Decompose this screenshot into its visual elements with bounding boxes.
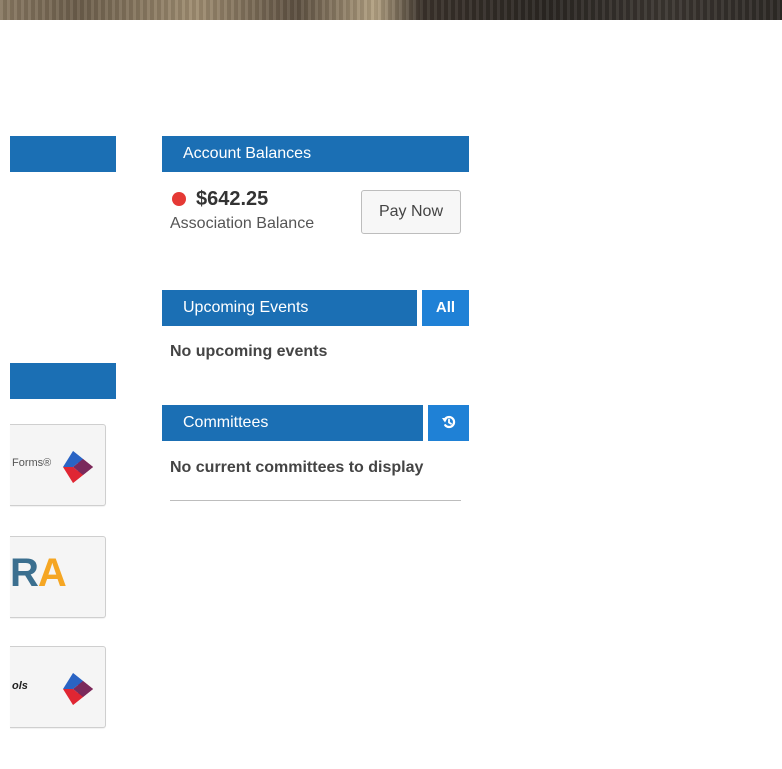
left-panel-header: [10, 136, 116, 172]
balance-amount: $642.25: [196, 188, 269, 210]
tile-label: Forms®: [12, 457, 52, 469]
committees-header: Committees: [162, 405, 423, 441]
committees-empty-message: No current committees to display: [170, 459, 424, 476]
ara-link-tile[interactable]: RA: [10, 536, 106, 618]
divider: [170, 500, 461, 501]
all-events-button[interactable]: All: [422, 290, 469, 326]
events-empty-message: No upcoming events: [170, 343, 328, 360]
balance-status-dot: [172, 192, 186, 206]
ara-logo: RA: [10, 551, 67, 595]
tile-label: ols: [12, 680, 28, 692]
left-panel-header: [10, 363, 116, 399]
pay-now-button[interactable]: Pay Now: [361, 190, 461, 234]
upcoming-events-header: Upcoming Events: [162, 290, 417, 326]
account-balances-header: Account Balances: [162, 136, 469, 172]
committees-refresh-button[interactable]: [428, 405, 469, 441]
tools-link-tile[interactable]: ols: [10, 646, 106, 728]
forms-link-tile[interactable]: Forms®: [10, 424, 106, 506]
refresh-icon: [441, 415, 455, 428]
balance-label: Association Balance: [170, 215, 315, 232]
diamond-logo-icon: [63, 451, 93, 483]
diamond-logo-icon: [63, 673, 93, 705]
header-banner-image: [0, 0, 782, 20]
